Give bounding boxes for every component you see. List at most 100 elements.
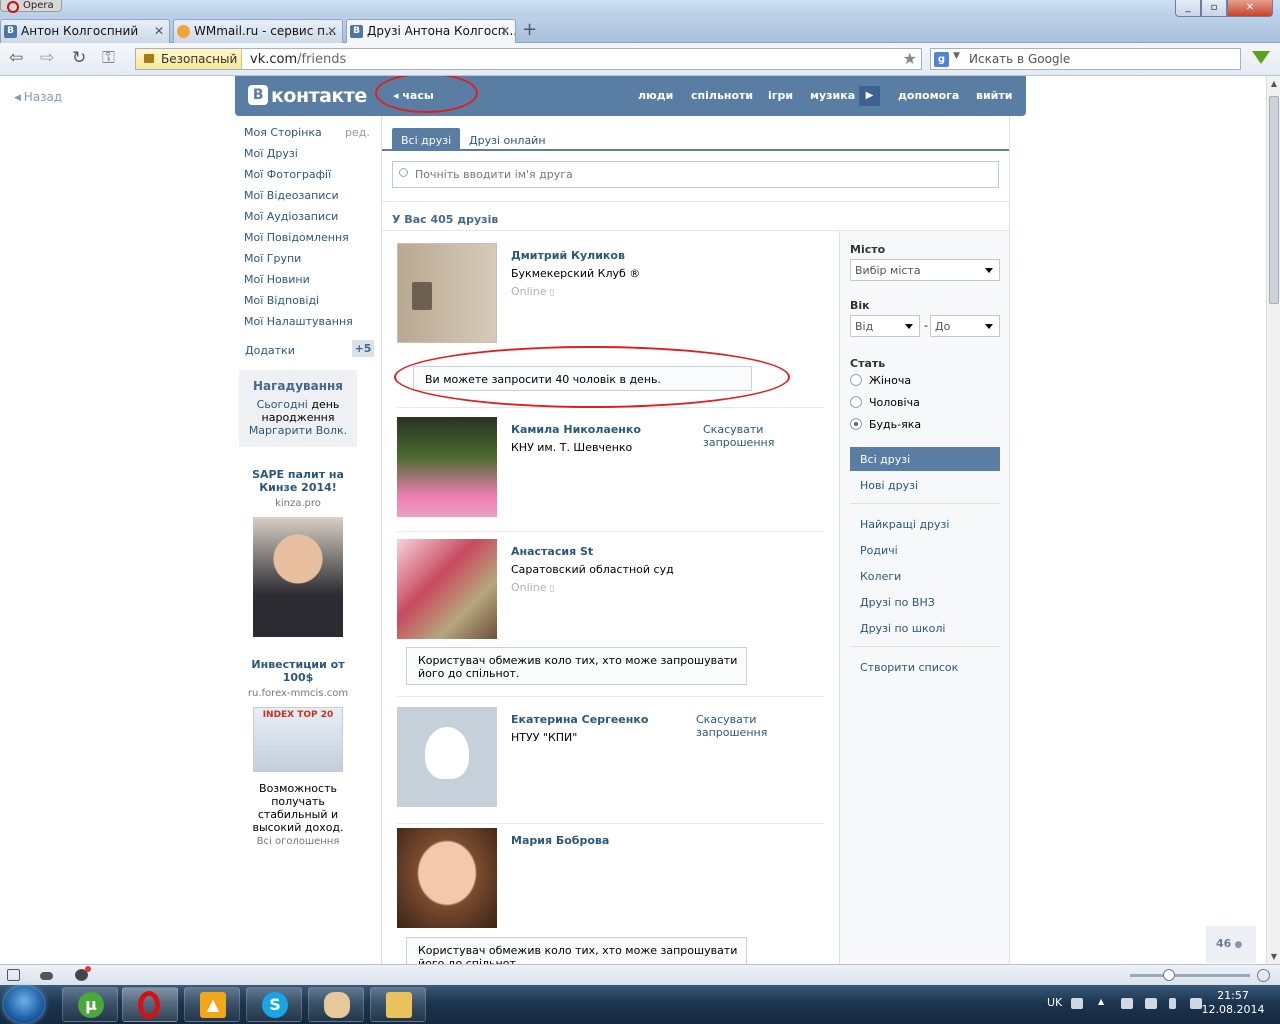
zoom-slider-track[interactable]	[1130, 974, 1250, 977]
taskbar-app[interactable]: ▲	[184, 987, 240, 1022]
friend-photo[interactable]	[397, 828, 497, 928]
close-tab-icon[interactable]: ✕	[154, 24, 164, 38]
list-all-friends[interactable]: Всі друзі	[850, 447, 1000, 471]
nav-more-arrow-icon[interactable]: ▶	[859, 86, 880, 106]
back-arrow-icon[interactable]: ⇦	[9, 50, 23, 67]
tray-clock[interactable]: 21:57 12.08.2014	[1199, 989, 1267, 1017]
tab-friends-online[interactable]: Друзі онлайн	[460, 128, 555, 151]
minimize-button[interactable]: _	[1175, 0, 1201, 17]
engine-dropdown-icon[interactable]: ▼	[953, 51, 960, 61]
reload-icon[interactable]: ↻	[72, 50, 86, 67]
age-from-select[interactable]: Від	[850, 315, 920, 337]
turbo-icon[interactable]	[75, 966, 91, 981]
scrollbar-thumb[interactable]	[1269, 96, 1279, 304]
sex-any-radio[interactable]: Будь-яка	[850, 418, 921, 431]
friend-name[interactable]: Дмитрий Куликов	[511, 249, 625, 262]
menu-apps[interactable]: Додатки	[245, 344, 295, 357]
forward-arrow-icon[interactable]: ⇨	[40, 50, 54, 67]
search-field[interactable]: g ▼ Искать в Google	[930, 48, 1241, 70]
friend-photo[interactable]	[397, 243, 497, 343]
taskbar-app[interactable]	[370, 987, 426, 1022]
browser-tab[interactable]: WMmail.ru - сервис п... ✕	[173, 19, 343, 43]
menu-my-settings[interactable]: Мої Налаштування	[244, 315, 374, 336]
power-icon[interactable]	[1169, 998, 1176, 1009]
action-center-flag-icon[interactable]	[1121, 998, 1133, 1009]
scroll-up-icon[interactable]: ▲	[1267, 79, 1280, 88]
menu-my-audio[interactable]: Мої Аудіозаписи	[244, 210, 374, 231]
list-school-friends[interactable]: Друзі по школі	[850, 616, 1000, 640]
google-engine-icon[interactable]: g	[934, 52, 949, 67]
cloud-icon[interactable]	[40, 972, 53, 980]
url-field[interactable]: Безопасный vk.com/friends ★	[135, 48, 922, 70]
sex-male-radio[interactable]: Чоловіча	[850, 396, 920, 409]
menu-my-groups[interactable]: Мої Групи	[244, 252, 374, 273]
nav-help[interactable]: допомога	[898, 89, 959, 102]
back-link[interactable]: Назад	[14, 90, 62, 104]
friend-search-input[interactable]: Почніть вводити ім'я друга	[392, 161, 999, 188]
scroll-down-icon[interactable]: ▼	[1267, 952, 1280, 961]
apps-count-badge[interactable]: +5	[352, 340, 374, 357]
list-colleagues[interactable]: Колеги	[850, 564, 1000, 588]
close-tab-icon[interactable]: ✕	[500, 24, 510, 38]
download-arrow-icon[interactable]	[1252, 51, 1270, 64]
bookmark-star-icon[interactable]: ★	[903, 49, 917, 68]
sex-female-radio[interactable]: Жіноча	[850, 374, 911, 387]
menu-my-photos[interactable]: Мої Фотографії	[244, 168, 374, 189]
vertical-scrollbar[interactable]: ▲ ▼	[1266, 76, 1280, 964]
ad-block[interactable]: Инвестиции от 100$ ru.forex-mmcis.com Во…	[239, 658, 357, 834]
nav-logout[interactable]: вийти	[976, 89, 1012, 102]
age-to-select[interactable]: До	[930, 315, 1000, 337]
vk-logo[interactable]: Вконтакте	[248, 85, 367, 107]
secure-badge[interactable]: Безопасный	[136, 49, 242, 69]
all-ads-link[interactable]: Всі оголошення	[239, 836, 357, 847]
cancel-request-link[interactable]: Скасувати запрошення	[703, 423, 793, 449]
zoom-reset-icon[interactable]	[1257, 969, 1270, 982]
new-tab-plus-icon[interactable]: +	[522, 21, 537, 39]
zoom-slider-thumb[interactable]	[1163, 969, 1175, 981]
menu-my-friends[interactable]: Мої Друзі	[244, 147, 374, 168]
radio-circle-selected[interactable]	[850, 418, 862, 430]
today-link[interactable]: Сьогодні	[257, 398, 308, 411]
tab-all-friends[interactable]: Всі друзі	[392, 128, 461, 151]
friend-name[interactable]: Мария Боброва	[511, 834, 609, 847]
list-best-friends[interactable]: Найкращі друзі	[850, 512, 1000, 536]
radio-circle[interactable]	[850, 374, 862, 386]
friend-name[interactable]: Камила Николаенко	[511, 423, 641, 436]
radio-circle[interactable]	[850, 396, 862, 408]
friend-photo[interactable]	[397, 417, 497, 517]
nav-music[interactable]: музика	[810, 89, 855, 102]
city-select[interactable]: Вибір міста	[850, 259, 1000, 281]
birthday-person-link[interactable]: Маргарити Волк.	[249, 424, 347, 437]
ad-image[interactable]	[253, 517, 343, 637]
key-icon[interactable]: ⚿	[102, 50, 115, 67]
create-list-link[interactable]: Створити список	[850, 655, 1000, 679]
online-counter[interactable]: 46	[1206, 926, 1256, 963]
cancel-request-link[interactable]: Скасувати запрошення	[696, 713, 826, 739]
list-new-friends[interactable]: Нові друзі	[850, 473, 1000, 497]
nav-people[interactable]: люди	[638, 89, 673, 102]
menu-my-videos[interactable]: Мої Відеозаписи	[244, 189, 374, 210]
ad-title[interactable]: Инвестиции от 100$	[239, 658, 357, 684]
menu-my-news[interactable]: Мої Новини	[244, 273, 374, 294]
taskbar-app[interactable]: µ	[62, 987, 118, 1022]
friend-name[interactable]: Екатерина Сергеенко	[511, 713, 648, 726]
taskbar-app-active[interactable]	[122, 987, 178, 1022]
close-tab-icon[interactable]: ✕	[327, 24, 337, 38]
friend-name[interactable]: Анастасия St	[511, 545, 593, 558]
menu-my-messages[interactable]: Мої Повідомлення	[244, 231, 374, 252]
list-relatives[interactable]: Родичі	[850, 538, 1000, 562]
nav-games[interactable]: ігри	[768, 89, 793, 102]
browser-tab-active[interactable]: В Друзі Антона Колгосп... ✕	[346, 19, 516, 43]
tray-expand-icon[interactable]: ▲	[1098, 997, 1110, 1008]
opera-menu-button[interactable]: Opera	[0, 0, 62, 13]
keyboard-icon[interactable]	[1071, 998, 1083, 1009]
taskbar-app[interactable]	[308, 987, 364, 1022]
friend-photo-placeholder[interactable]	[397, 707, 497, 807]
close-window-button[interactable]: ✕	[1227, 0, 1273, 17]
ad-title[interactable]: SAPE палит на Кинзе 2014!	[239, 468, 357, 494]
language-indicator[interactable]: UK	[1047, 996, 1062, 1009]
menu-my-answers[interactable]: Мої Відповіді	[244, 294, 374, 315]
panel-toggle-icon[interactable]	[7, 969, 20, 981]
ad-block[interactable]: SAPE палит на Кинзе 2014! kinza.pro	[239, 468, 357, 637]
list-university-friends[interactable]: Друзі по ВНЗ	[850, 590, 1000, 614]
